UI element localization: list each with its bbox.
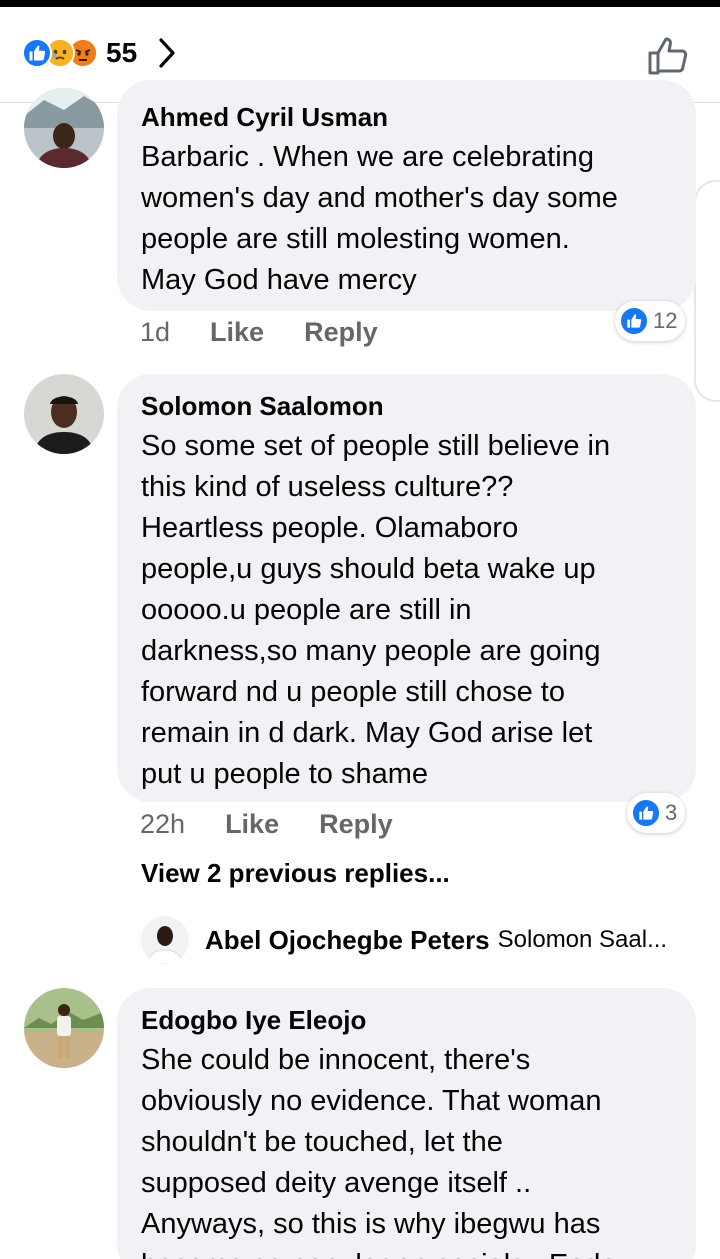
chevron-right-icon [159,38,175,68]
comment-text: Barbaric . When we are celebrating women… [141,141,618,296]
like-outline-icon[interactable] [644,31,692,79]
comment-actions: 22h Like Reply [140,809,433,840]
like-icon [619,306,649,336]
comment-bubble[interactable]: Solomon Saalomon So some set of people s… [117,374,696,802]
comment-reaction-badge[interactable]: 12 [615,301,686,341]
comment-timestamp: 22h [140,809,186,839]
comment-actions: 1d Like Reply [140,317,418,348]
side-drawer-handle[interactable] [694,180,720,402]
comment-reaction-count: 3 [665,800,678,825]
comment-author[interactable]: Solomon Saalomon [141,390,676,422]
reply-button[interactable]: Reply [304,317,378,348]
view-previous-replies-link[interactable]: View 2 previous replies... [141,858,450,889]
comment-reaction-badge[interactable]: 3 [627,793,686,833]
comment-text: She could be innocent, there's obviously… [141,1044,617,1259]
status-bar-edge [0,0,720,7]
reply-author[interactable]: Abel Ojochegbe Peters [205,925,490,956]
reply-button[interactable]: Reply [319,809,393,840]
avatar[interactable] [24,988,104,1068]
comment-author[interactable]: Edogbo Iye Eleojo [141,1004,676,1036]
reply-preview[interactable]: Abel Ojochegbe Peters Solomon Saal... [141,916,701,964]
reaction-count: 55 [106,37,138,68]
reply-text: Solomon Saal... [497,926,668,953]
like-icon [631,798,661,828]
avatar[interactable] [24,374,104,454]
like-button[interactable]: Like [225,809,279,840]
comment-author[interactable]: Ahmed Cyril Usman [141,101,676,133]
avatar[interactable] [141,916,189,964]
reactions-summary[interactable]: 55 [22,37,177,69]
comment-timestamp: 1d [140,317,171,347]
like-icon [22,38,52,68]
like-button[interactable]: Like [210,317,264,348]
comment-text: So some set of people still believe in t… [141,430,611,790]
comment-bubble[interactable]: Ahmed Cyril Usman Barbaric . When we are… [117,80,696,311]
avatar[interactable] [24,88,104,168]
comment-reaction-count: 12 [653,308,678,333]
comment-bubble[interactable]: Edogbo Iye Eleojo She could be innocent,… [117,988,696,1259]
